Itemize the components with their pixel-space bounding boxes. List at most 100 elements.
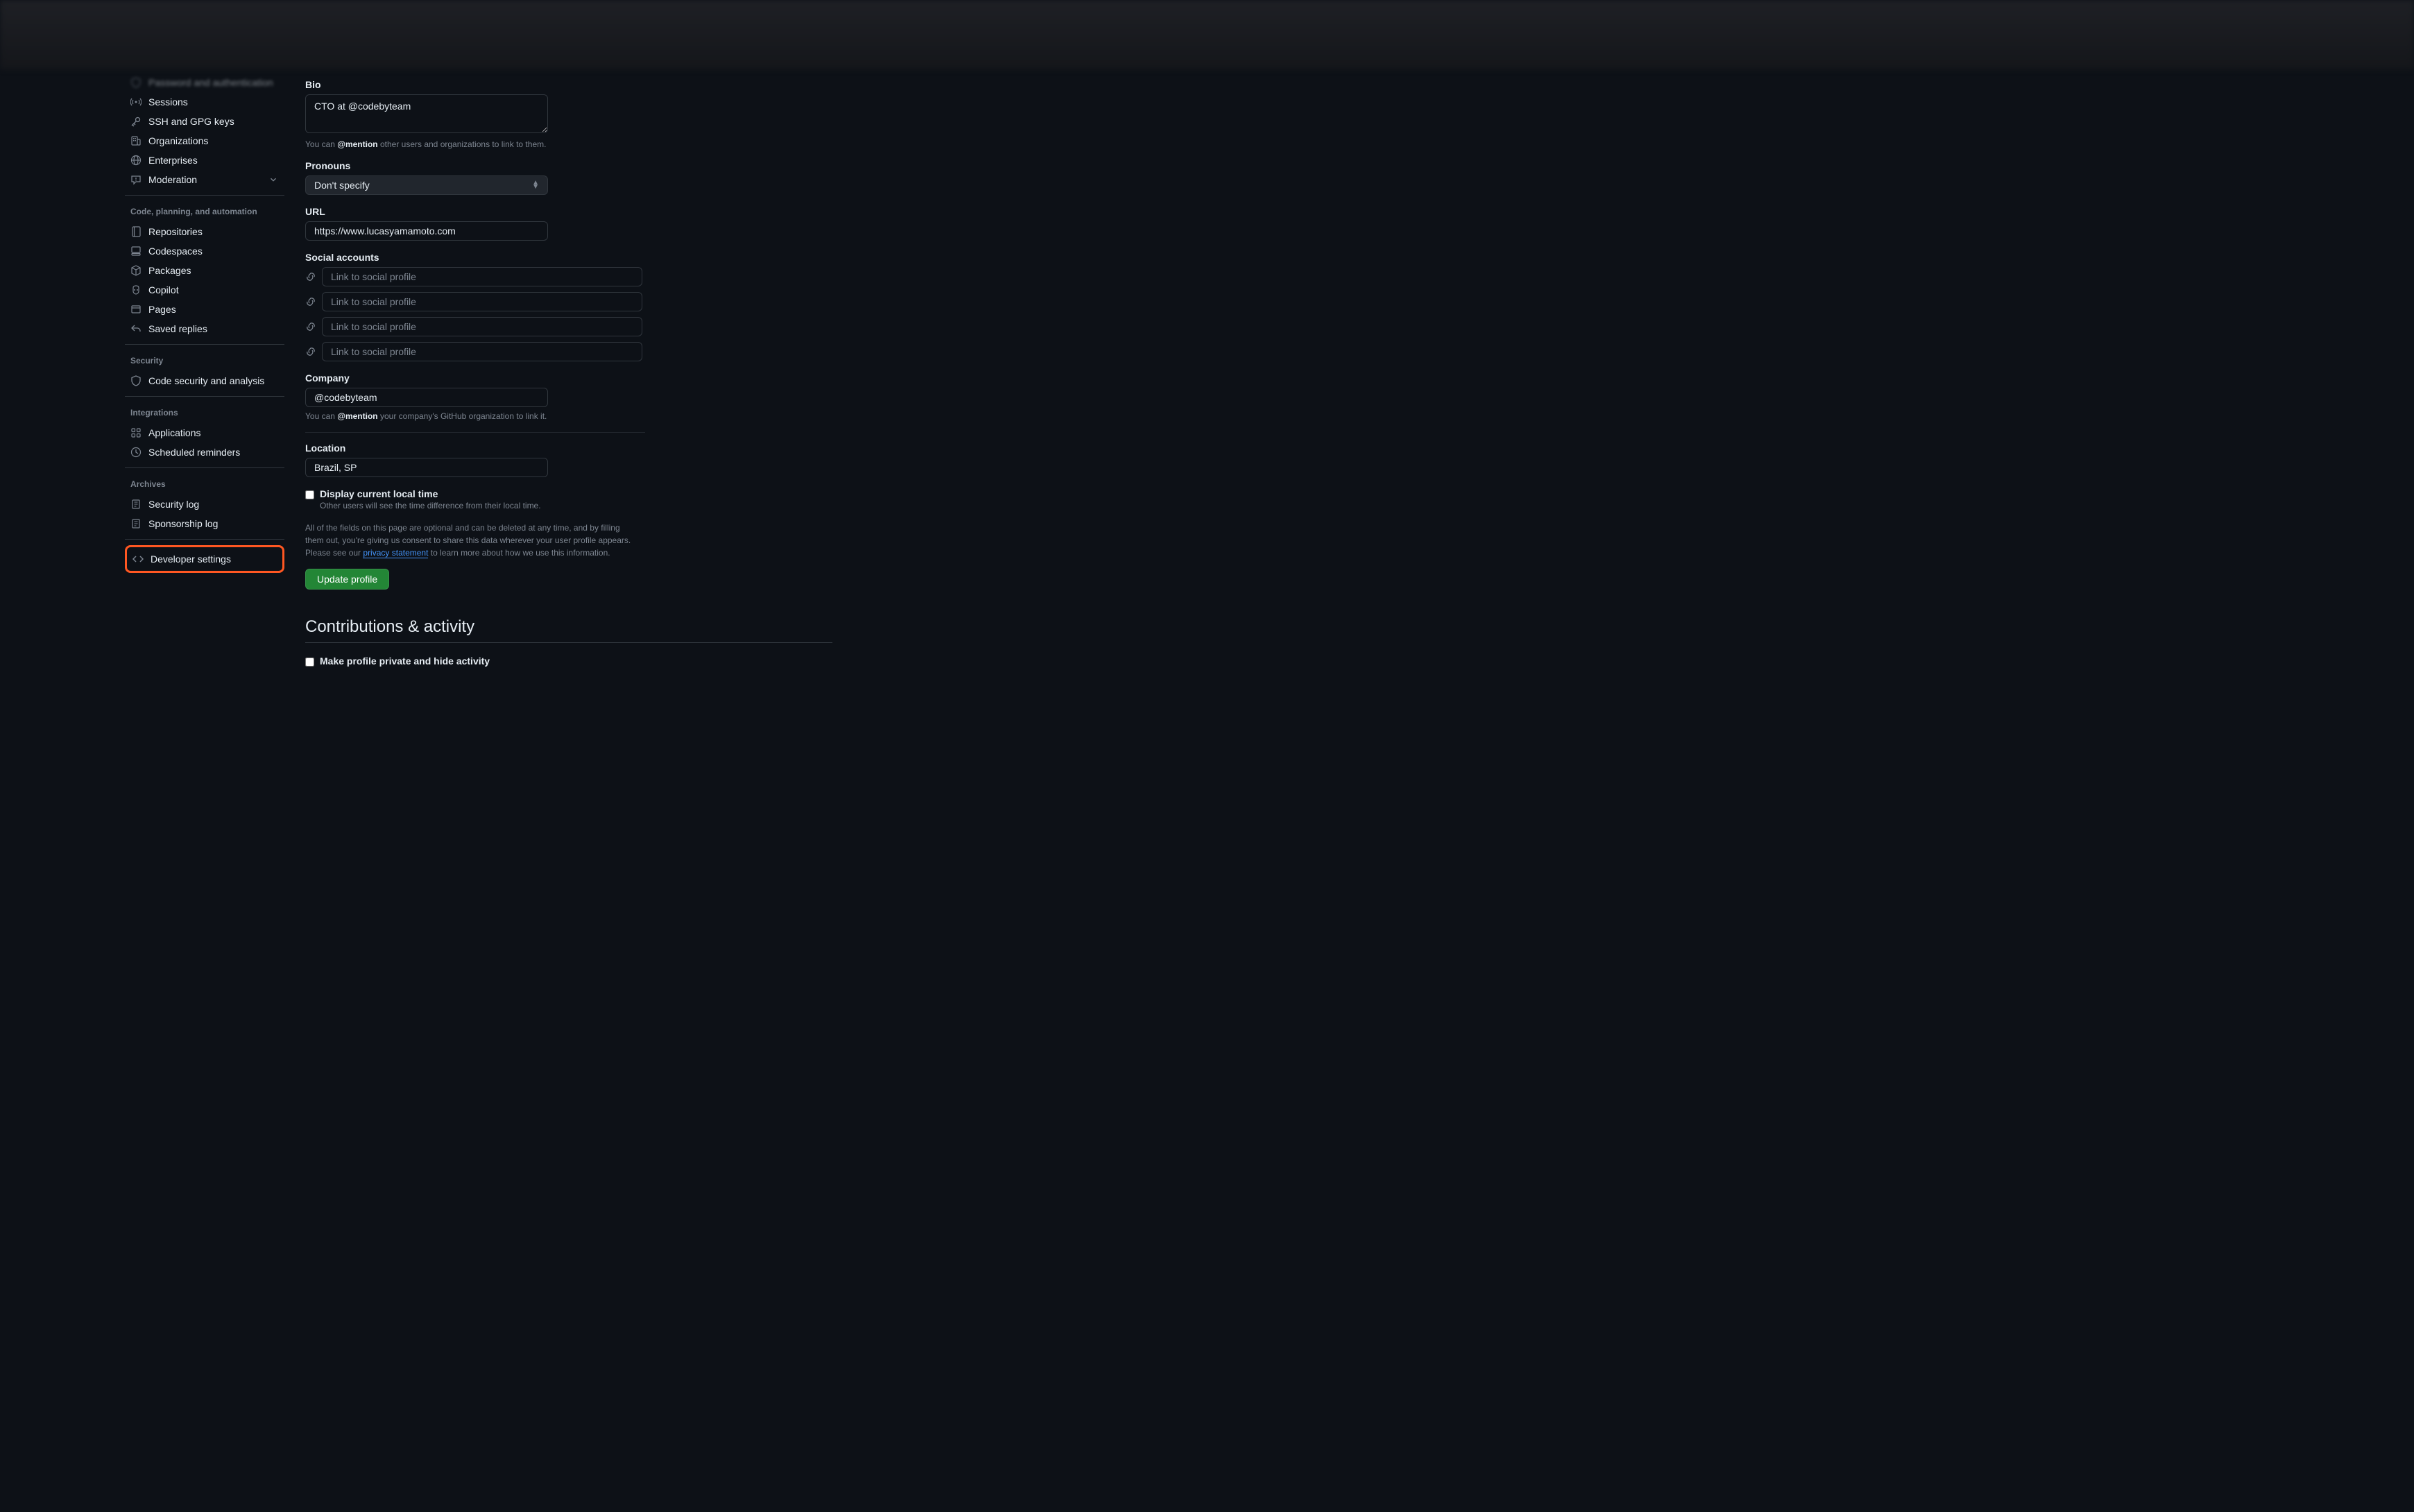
sidebar-item-codespaces[interactable]: Codespaces — [125, 241, 284, 261]
sidebar-item-scheduled-reminders[interactable]: Scheduled reminders — [125, 443, 284, 462]
url-input[interactable] — [305, 221, 548, 241]
section-header-integrations: Integrations — [125, 402, 284, 423]
apps-icon — [130, 427, 142, 438]
sidebar-item-sessions[interactable]: Sessions — [125, 92, 284, 112]
package-icon — [130, 265, 142, 276]
codespaces-icon — [130, 246, 142, 257]
section-header-archives: Archives — [125, 474, 284, 495]
sidebar-item-label: Developer settings — [151, 553, 231, 565]
main-content: Bio CTO at @codebyteam You can @mention … — [305, 69, 832, 678]
privacy-link[interactable]: privacy statement — [363, 548, 428, 558]
bio-textarea[interactable]: CTO at @codebyteam — [305, 94, 548, 133]
log-icon — [130, 518, 142, 529]
divider — [125, 344, 284, 345]
reply-icon — [130, 323, 142, 334]
sidebar-item-label: Scheduled reminders — [148, 447, 240, 458]
sidebar-item-label: Sessions — [148, 96, 188, 108]
sidebar-item-label: Saved replies — [148, 323, 207, 334]
company-input[interactable] — [305, 388, 548, 407]
log-icon — [130, 499, 142, 510]
section-header-code: Code, planning, and automation — [125, 201, 284, 222]
copilot-icon — [130, 284, 142, 295]
link-icon — [305, 296, 316, 307]
browser-chrome — [0, 0, 2414, 69]
contributions-heading: Contributions & activity — [305, 617, 832, 643]
social-input-3[interactable] — [322, 317, 642, 336]
private-profile-label: Make profile private and hide activity — [320, 655, 490, 667]
sidebar-item-label: Codespaces — [148, 246, 203, 257]
divider — [125, 539, 284, 540]
sidebar-item-password-auth[interactable]: Password and authentication — [125, 73, 284, 92]
private-profile-group: Make profile private and hide activity — [305, 655, 645, 667]
code-icon — [132, 553, 144, 565]
url-group: URL — [305, 206, 645, 241]
location-group: Location — [305, 443, 645, 477]
link-icon — [305, 271, 316, 282]
select-arrows-icon: ▲▼ — [532, 181, 539, 189]
sidebar-item-ssh-keys[interactable]: SSH and GPG keys — [125, 112, 284, 131]
social-input-2[interactable] — [322, 292, 642, 311]
social-label: Social accounts — [305, 252, 645, 263]
divider — [125, 396, 284, 397]
url-label: URL — [305, 206, 645, 217]
sidebar-item-organizations[interactable]: Organizations — [125, 131, 284, 151]
sidebar-item-copilot[interactable]: Copilot — [125, 280, 284, 300]
sidebar-item-label: Moderation — [148, 174, 197, 185]
sidebar-item-packages[interactable]: Packages — [125, 261, 284, 280]
clock-icon — [130, 447, 142, 458]
sidebar-item-label: Code security and analysis — [148, 375, 264, 386]
sidebar-item-code-security[interactable]: Code security and analysis — [125, 371, 284, 390]
social-input-4[interactable] — [322, 342, 642, 361]
sidebar-item-label: SSH and GPG keys — [148, 116, 234, 127]
location-input[interactable] — [305, 458, 548, 477]
divider — [125, 467, 284, 468]
social-input-1[interactable] — [322, 267, 642, 286]
company-label: Company — [305, 372, 645, 384]
sidebar-item-label: Security log — [148, 499, 199, 510]
localtime-sublabel: Other users will see the time difference… — [320, 501, 541, 510]
browser-icon — [130, 304, 142, 315]
localtime-checkbox[interactable] — [305, 490, 314, 499]
sidebar-item-moderation[interactable]: Moderation — [125, 170, 284, 189]
social-group: Social accounts — [305, 252, 645, 361]
section-header-security: Security — [125, 350, 284, 371]
sidebar-item-repositories[interactable]: Repositories — [125, 222, 284, 241]
pronouns-label: Pronouns — [305, 160, 645, 171]
sidebar-item-applications[interactable]: Applications — [125, 423, 284, 443]
sidebar-item-label: Sponsorship log — [148, 518, 218, 529]
bio-label: Bio — [305, 79, 645, 90]
sidebar-item-pages[interactable]: Pages — [125, 300, 284, 319]
social-row-4 — [305, 342, 645, 361]
broadcast-icon — [130, 96, 142, 108]
pronouns-select[interactable]: Don't specify ▲▼ — [305, 175, 548, 195]
sidebar-item-security-log[interactable]: Security log — [125, 495, 284, 514]
localtime-label: Display current local time — [320, 488, 541, 499]
pronouns-group: Pronouns Don't specify ▲▼ — [305, 160, 645, 195]
sidebar-item-saved-replies[interactable]: Saved replies — [125, 319, 284, 338]
key-icon — [130, 116, 142, 127]
update-profile-button[interactable]: Update profile — [305, 569, 389, 590]
sidebar-item-sponsorship-log[interactable]: Sponsorship log — [125, 514, 284, 533]
sidebar-item-developer-settings[interactable]: Developer settings — [125, 545, 284, 573]
sidebar-item-label: Pages — [148, 304, 176, 315]
globe-icon — [130, 155, 142, 166]
divider — [125, 195, 284, 196]
sidebar-item-label: Organizations — [148, 135, 208, 146]
location-label: Location — [305, 443, 645, 454]
link-icon — [305, 346, 316, 357]
company-group: Company You can @mention your company's … — [305, 372, 645, 421]
social-row-3 — [305, 317, 645, 336]
sidebar-item-enterprises[interactable]: Enterprises — [125, 151, 284, 170]
bio-hint: You can @mention other users and organiz… — [305, 139, 645, 149]
repo-icon — [130, 226, 142, 237]
report-icon — [130, 174, 142, 185]
link-icon — [305, 321, 316, 332]
sidebar-item-label: Enterprises — [148, 155, 198, 166]
chevron-down-icon — [268, 174, 279, 185]
private-profile-checkbox[interactable] — [305, 658, 314, 667]
info-text: All of the fields on this page are optio… — [305, 522, 638, 559]
social-row-1 — [305, 267, 645, 286]
sidebar-item-label: Repositories — [148, 226, 203, 237]
organization-icon — [130, 135, 142, 146]
sidebar-item-label: Password and authentication — [148, 77, 273, 88]
